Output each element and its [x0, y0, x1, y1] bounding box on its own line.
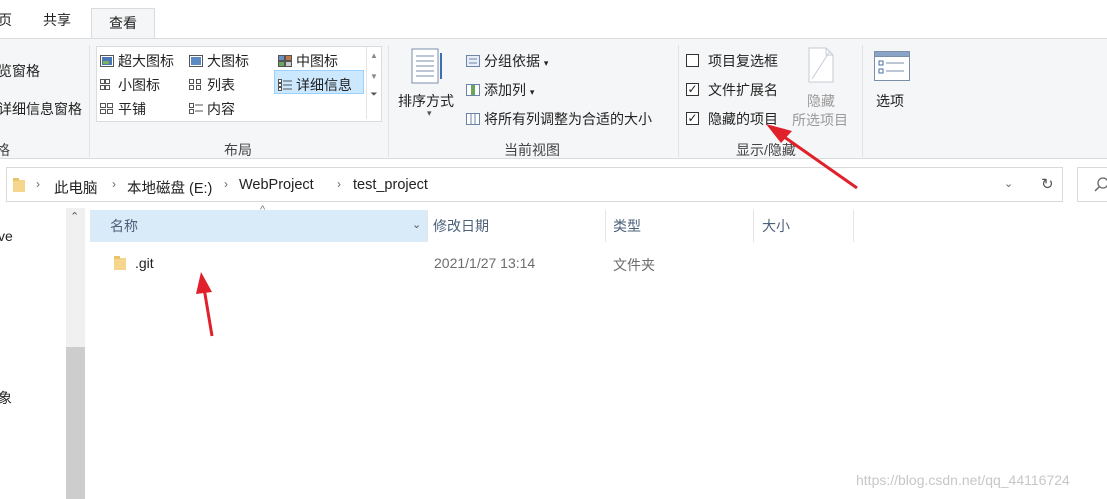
- annotation-arrows: [196, 124, 858, 337]
- annotation-arrow-hidden-items: [766, 124, 858, 190]
- watermark: https://blog.csdn.net/qq_44116724: [856, 472, 1070, 488]
- annotation-arrow-git-folder: [196, 272, 214, 337]
